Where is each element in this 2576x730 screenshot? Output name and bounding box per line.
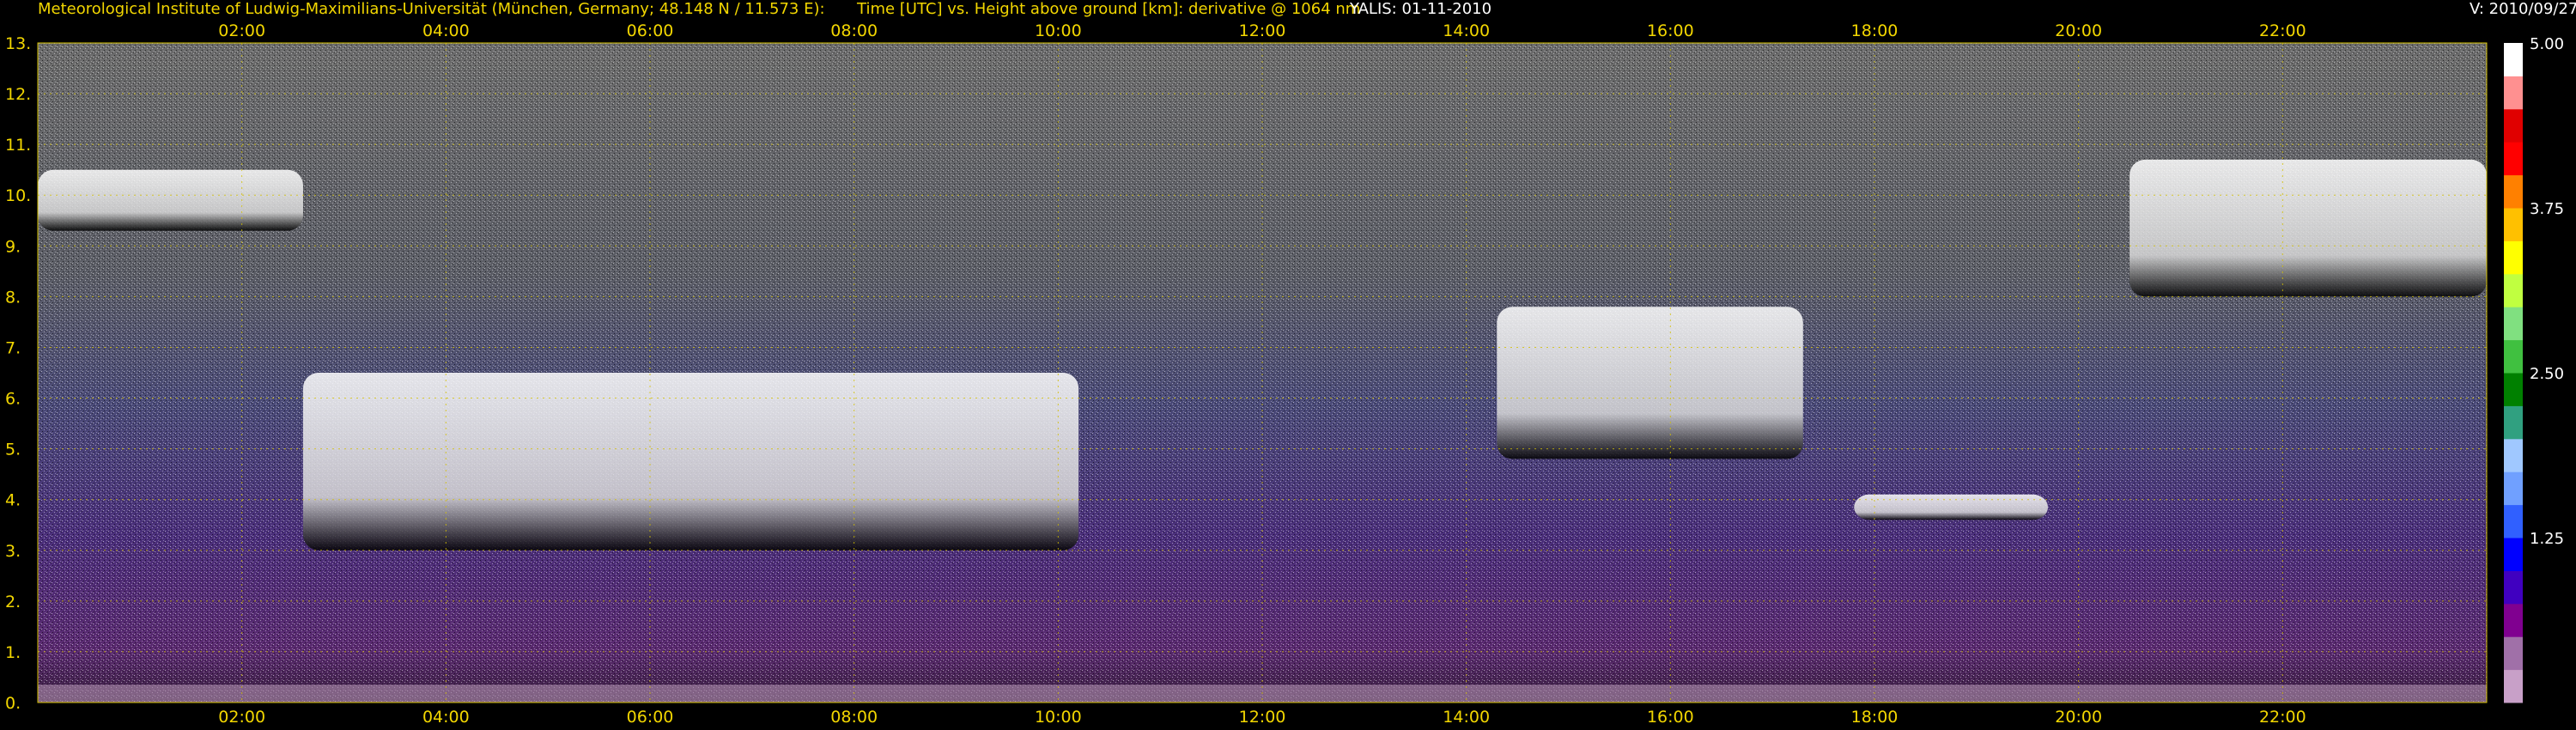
colorbar-segment [2504,43,2523,76]
colorbar-segment [2504,669,2523,703]
x-tick-label-bottom: 12:00 [1239,708,1286,727]
colorbar-segment [2504,273,2523,307]
y-tick-label: 6. [5,390,21,409]
x-tick-label-bottom: 08:00 [830,708,878,727]
y-tick-label: 1. [5,643,21,662]
cloud-midlevel-deck [302,373,1079,551]
y-tick-label: 3. [5,542,21,561]
y-tick-label: 5. [5,441,21,459]
cloud-cirrus-late [2129,159,2487,297]
x-tick-label-bottom: 04:00 [422,708,470,727]
x-tick-label-top: 08:00 [830,21,878,40]
x-tick-label-top: 20:00 [2055,21,2102,40]
colorbar-segment [2504,373,2523,406]
x-tick-label-bottom: 16:00 [1647,708,1694,727]
x-tick-label-bottom: 06:00 [627,708,674,727]
colorbar-tick-label: 2.50 [2530,365,2564,383]
colorbar-segment [2504,471,2523,506]
colorbar-segment [2504,76,2523,110]
x-tick-label-top: 16:00 [1647,21,1694,40]
x-tick-label-top: 22:00 [2259,21,2306,40]
colorbar-segment [2504,570,2523,605]
y-tick-label: 12. [5,85,31,104]
x-tick-label-top: 04:00 [422,21,470,40]
y-tick-label: 10. [5,186,31,205]
y-tick-label: 11. [5,136,31,155]
colorbar-segment [2504,339,2523,374]
colorbar-tick-label: 3.75 [2530,200,2564,218]
colorbar-segment [2504,438,2523,472]
x-tick-label-top: 18:00 [1851,21,1899,40]
x-tick-label-bottom: 18:00 [1851,708,1899,727]
y-tick-label: 0. [5,694,21,713]
colorbar-segment [2504,208,2523,241]
x-tick-label-bottom: 20:00 [2055,708,2102,727]
y-tick-label: 7. [5,338,21,357]
y-tick-label: 9. [5,237,21,256]
cloud-thin-layer-evening [1854,494,2049,520]
x-tick-label-top: 06:00 [627,21,674,40]
colorbar-tick-label: 5.00 [2530,35,2564,53]
x-tick-label-bottom: 22:00 [2259,708,2306,727]
x-tick-label-top: 14:00 [1443,21,1490,40]
x-tick-label-bottom: 14:00 [1443,708,1490,727]
y-tick-label: 2. [5,593,21,611]
y-tick-label: 4. [5,491,21,510]
colorbar-segment [2504,603,2523,637]
colorbar-segment [2504,405,2523,440]
colorbar-segment [2504,108,2523,143]
x-tick-label-bottom: 02:00 [218,708,265,727]
colorbar-segment [2504,307,2523,341]
cloud-cirrus-early [38,169,303,231]
colorbar-segment [2504,504,2523,538]
colorbar-segment [2504,538,2523,571]
y-tick-label: 13. [5,34,31,53]
lidar-chart: 02:00 02:00 04:00 04:00 06:00 06:00 08:00 08:00… [5,21,2564,727]
x-tick-label-top: 10:00 [1035,21,1082,40]
colorbar-segment [2504,636,2523,671]
x-tick-label-bottom: 10:00 [1035,708,1082,727]
x-tick-label-top: 12:00 [1239,21,1286,40]
colorbar-segment [2504,240,2523,275]
colorbar-tick-label: 1.25 [2530,530,2564,548]
cloud-altostratus-afternoon [1497,307,1803,459]
colorbar-segment [2504,142,2523,176]
y-tick-label: 8. [5,288,21,307]
x-tick-label-top: 02:00 [218,21,265,40]
colorbar-segment [2504,174,2523,209]
